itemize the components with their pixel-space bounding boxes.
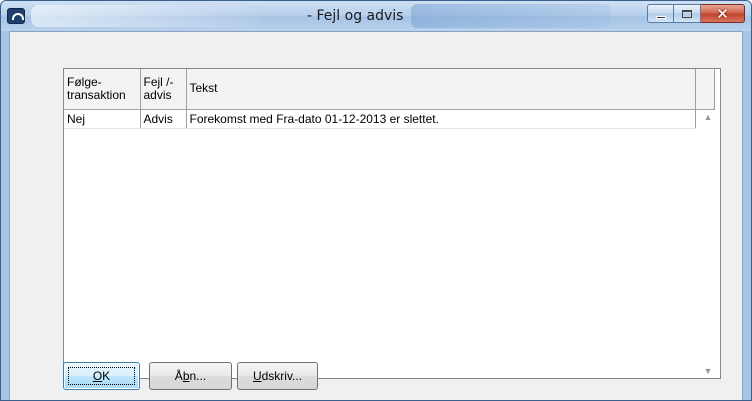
window-title: - Fejl og advis — [307, 8, 404, 24]
title-bar-blur-left — [31, 5, 261, 27]
close-icon: ✕ — [716, 4, 729, 23]
title-bar[interactable]: - Fejl og advis ✕ — [1, 1, 751, 31]
header-filler — [696, 69, 715, 110]
open-button[interactable]: Åbn... — [149, 362, 232, 390]
scroll-down-icon[interactable]: ▼ — [700, 364, 716, 378]
table-row[interactable]: Nej Advis Forekomst med Fra-dato 01-12-2… — [64, 109, 696, 129]
message-grid[interactable]: Følge- transaktion Fejl /- advis Tekst N… — [63, 68, 721, 379]
column-header-line2: advis — [143, 87, 172, 102]
column-header-line1: Tekst — [189, 81, 218, 96]
print-button-label: Udskriv... — [252, 369, 303, 383]
window-controls: ✕ — [647, 4, 745, 24]
cell-folgetransaktion[interactable]: Nej — [64, 109, 141, 129]
print-button[interactable]: Udskriv... — [237, 362, 318, 390]
column-header-folgetransaktion[interactable]: Følge- transaktion — [64, 69, 141, 110]
open-button-label: Åbn... — [174, 369, 207, 383]
column-header-tekst[interactable]: Tekst — [186, 69, 696, 110]
dialog-client-area: Følge- transaktion Fejl /- advis Tekst N… — [9, 31, 743, 400]
minimize-button[interactable] — [647, 4, 674, 23]
maximize-button[interactable] — [674, 4, 701, 23]
title-bar-blur-right — [411, 4, 611, 28]
scroll-up-icon[interactable]: ▲ — [700, 110, 716, 124]
vertical-scrollbar[interactable]: ▲ ▼ — [696, 110, 720, 378]
column-header-line2: transaktion — [67, 87, 126, 102]
focus-rectangle — [68, 367, 135, 385]
cell-tekst[interactable]: Forekomst med Fra-dato 01-12-2013 er sle… — [186, 109, 696, 129]
dialog-window: - Fejl og advis ✕ Følge- transaktion Fej… — [0, 0, 752, 401]
column-header-line1: Fejl /- — [143, 74, 174, 89]
close-button[interactable]: ✕ — [701, 4, 745, 23]
cell-fejl-advis[interactable]: Advis — [140, 109, 187, 129]
app-icon[interactable] — [7, 8, 25, 24]
column-header-line1: Følge- — [67, 74, 102, 89]
minimize-icon — [656, 16, 666, 19]
column-header-fejl-advis[interactable]: Fejl /- advis — [140, 69, 187, 110]
message-table: Følge- transaktion Fejl /- advis Tekst N… — [64, 69, 696, 129]
maximize-icon — [682, 10, 692, 18]
ok-button[interactable]: OK — [63, 362, 140, 390]
